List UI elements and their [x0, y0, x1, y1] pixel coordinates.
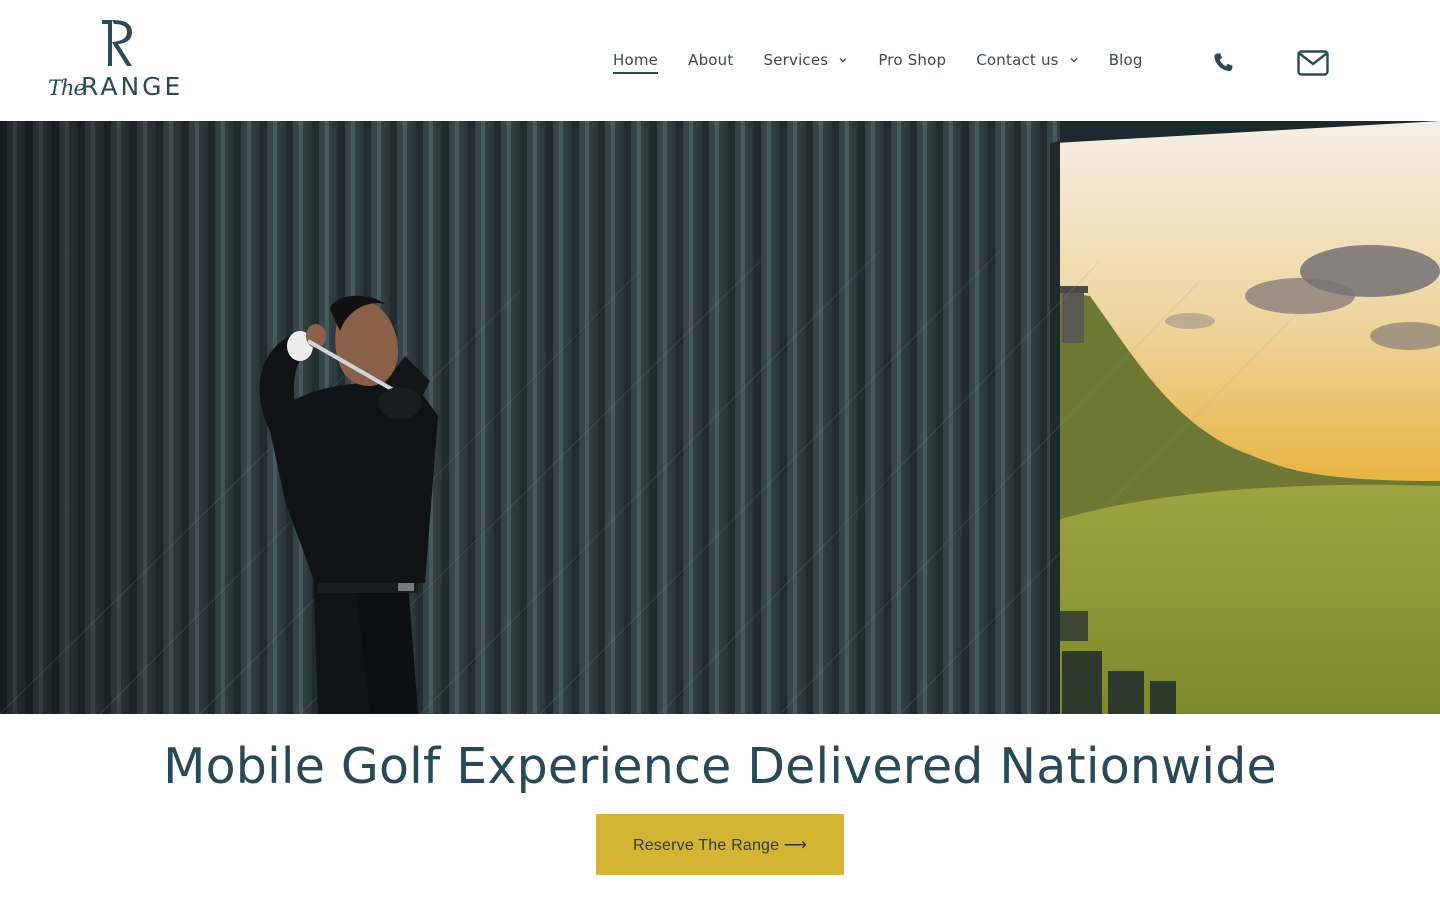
- nav-item-label: Blog: [1108, 51, 1143, 69]
- nav-item-label: About: [688, 51, 734, 69]
- golfer-simulator-illustration: [0, 121, 1440, 714]
- nav-item-label: Pro Shop: [878, 51, 947, 69]
- nav-item-home[interactable]: Home: [613, 51, 659, 74]
- hero-image: [0, 121, 1440, 714]
- phone-icon[interactable]: [1211, 51, 1235, 75]
- chevron-down-icon: [839, 58, 847, 63]
- nav-item-label: Home: [613, 51, 659, 69]
- nav-item-about[interactable]: About: [688, 51, 733, 69]
- main-navigation: Home About Services Pro Shop Contact us …: [613, 48, 1173, 74]
- reserve-button-label: Reserve The Range ⟶: [632, 836, 808, 854]
- mail-icon[interactable]: [1297, 50, 1329, 76]
- chevron-down-icon: [1070, 58, 1078, 63]
- nav-item-pro-shop[interactable]: Pro Shop: [878, 51, 946, 69]
- nav-item-services[interactable]: Services: [763, 51, 848, 69]
- nav-item-label: Services: [763, 51, 829, 69]
- hero-headline: Mobile Golf Experience Delivered Nationw…: [163, 738, 1277, 795]
- logo-wordmark: RANGE: [81, 72, 184, 101]
- brand-logo[interactable]: The RANGE: [48, 18, 193, 102]
- nav-item-blog[interactable]: Blog: [1109, 51, 1143, 69]
- nav-item-contact[interactable]: Contact us: [976, 51, 1078, 69]
- reserve-button[interactable]: Reserve The Range ⟶: [596, 814, 844, 875]
- logo-r-monogram-icon: [102, 20, 132, 66]
- site-header: The RANGE Home About Services Pro Shop C…: [0, 0, 1440, 121]
- logo-script-text: The: [48, 76, 86, 100]
- nav-item-label: Contact us: [976, 51, 1059, 69]
